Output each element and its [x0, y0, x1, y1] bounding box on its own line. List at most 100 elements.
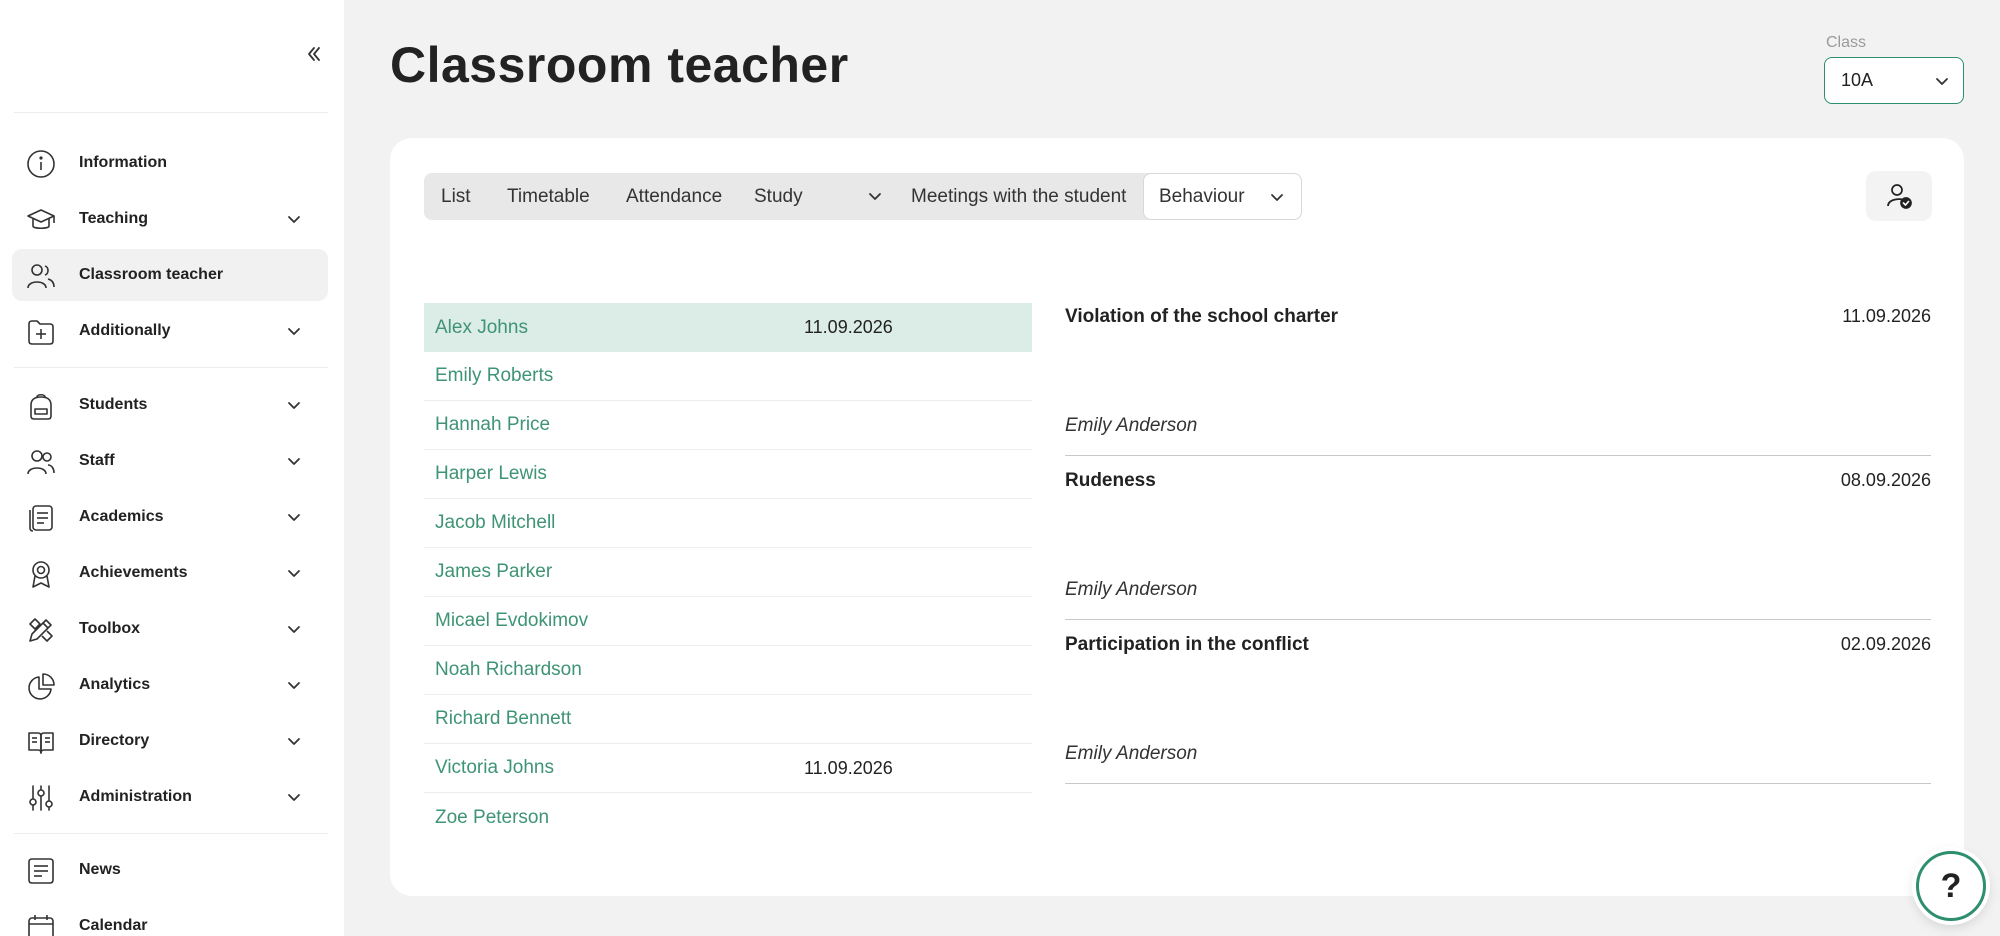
- student-row[interactable]: Micael Evdokimov: [424, 597, 1032, 646]
- student-row[interactable]: James Parker: [424, 548, 1032, 597]
- sidebar-item-achievements[interactable]: Achievements: [12, 547, 328, 599]
- tab-bar: List Timetable Attendance Study Meetings…: [424, 173, 1302, 220]
- tab-list[interactable]: List: [441, 173, 471, 220]
- behaviour-record[interactable]: Rudeness 08.09.2026 Emily Anderson: [1065, 456, 1931, 620]
- sidebar-item-label: Calendar: [79, 917, 148, 934]
- chevron-down-icon: [288, 216, 300, 223]
- backpack-icon: [30, 393, 52, 420]
- student-name: Harper Lewis: [435, 463, 547, 484]
- sidebar-item-information[interactable]: Information: [12, 137, 328, 189]
- news-icon: [28, 858, 54, 884]
- record-title: Violation of the school charter: [1065, 306, 1339, 327]
- sidebar-item-label: Additionally: [79, 322, 171, 339]
- record-author: Emily Anderson: [1065, 415, 1198, 436]
- student-name: Micael Evdokimov: [435, 610, 589, 631]
- book-open-icon: [28, 732, 54, 754]
- sidebar-item-students[interactable]: Students: [12, 379, 328, 431]
- sidebar-item-label: Classroom teacher: [79, 266, 224, 283]
- tools-icon: [29, 618, 53, 642]
- collapse-sidebar-icon[interactable]: [300, 40, 328, 68]
- sidebar-item-teaching[interactable]: Teaching: [12, 193, 328, 245]
- student-row[interactable]: Hannah Price: [424, 401, 1032, 450]
- sidebar-item-label: Analytics: [79, 676, 151, 693]
- sidebar-item-additionally[interactable]: Additionally: [12, 305, 328, 357]
- student-row[interactable]: Harper Lewis: [424, 450, 1032, 499]
- help-icon: ?: [1940, 866, 1962, 905]
- student-row[interactable]: Richard Bennett: [424, 695, 1032, 744]
- sidebar-item-label: News: [79, 861, 121, 878]
- tab-study-label: Study: [754, 185, 803, 207]
- sidebar-item-academics[interactable]: Academics: [12, 491, 328, 543]
- sidebar-item-directory[interactable]: Directory: [12, 715, 328, 767]
- chevron-down-icon: [288, 514, 300, 521]
- chevron-down-icon: [288, 458, 300, 465]
- student-date: 11.09.2026: [804, 757, 893, 778]
- student-row[interactable]: Alex Johns 11.09.2026: [424, 303, 1032, 352]
- student-name: Alex Johns: [435, 316, 528, 338]
- sidebar-item-analytics[interactable]: Analytics: [12, 659, 328, 711]
- sidebar-item-label: Information: [79, 154, 167, 171]
- users-icon: [27, 450, 55, 475]
- chevron-down-icon: [1936, 78, 1948, 85]
- record-date: 11.09.2026: [1842, 306, 1931, 326]
- student-name: Zoe Peterson: [435, 806, 550, 828]
- chevron-down-icon: [288, 794, 300, 801]
- class-select[interactable]: 10A: [1824, 57, 1964, 104]
- tab-meetings[interactable]: Meetings with the student: [911, 173, 1126, 220]
- graduation-cap-icon: [27, 209, 55, 230]
- record-date: 02.09.2026: [1840, 634, 1931, 654]
- class-select-value: 10A: [1841, 70, 1874, 90]
- student-row[interactable]: Zoe Peterson: [424, 793, 1032, 842]
- student-name: Hannah Price: [435, 414, 551, 435]
- sidebar-item-label: Achievements: [79, 564, 188, 581]
- content-card: List Timetable Attendance Study Meetings…: [390, 138, 1964, 896]
- sidebar-item-classroom-teacher[interactable]: Classroom teacher: [12, 249, 328, 301]
- student-name: James Parker: [435, 561, 553, 582]
- user-check-button[interactable]: [1866, 171, 1932, 221]
- chevron-down-icon: [869, 193, 881, 200]
- award-icon: [32, 561, 50, 588]
- tab-timetable[interactable]: Timetable: [507, 173, 590, 220]
- sidebar-item-label: Academics: [79, 508, 164, 525]
- student-date: 11.09.2026: [804, 317, 893, 337]
- record-title: Rudeness: [1065, 470, 1156, 491]
- help-button[interactable]: ?: [1916, 851, 1986, 921]
- tab-attendance[interactable]: Attendance: [626, 173, 722, 220]
- tab-behaviour-dropdown[interactable]: Behaviour: [1143, 173, 1302, 220]
- sidebar-item-label: Staff: [79, 452, 115, 469]
- sidebar-item-administration[interactable]: Administration: [12, 771, 328, 823]
- sidebar: Information Teaching Classroom teacher A…: [0, 0, 344, 936]
- sidebar-item-toolbox[interactable]: Toolbox: [12, 603, 328, 655]
- tab-study-dropdown[interactable]: Study: [754, 173, 894, 220]
- behaviour-record[interactable]: Participation in the conflict 02.09.2026…: [1065, 620, 1931, 784]
- behaviour-record[interactable]: Violation of the school charter 11.09.20…: [1065, 292, 1931, 456]
- chevron-down-icon: [288, 328, 300, 335]
- record-title: Participation in the conflict: [1065, 634, 1309, 655]
- student-row[interactable]: Emily Roberts: [424, 352, 1032, 401]
- calendar-icon: [28, 915, 54, 936]
- user-check-icon: [1887, 184, 1912, 209]
- student-name: Jacob Mitchell: [435, 512, 556, 533]
- sidebar-divider: [14, 112, 328, 113]
- chevron-down-icon: [288, 570, 300, 577]
- sidebar-item-news[interactable]: News: [12, 844, 328, 896]
- sidebar-item-label: Teaching: [79, 210, 149, 227]
- chevron-down-icon: [288, 738, 300, 745]
- record-author: Emily Anderson: [1065, 743, 1198, 764]
- chevron-down-icon: [288, 402, 300, 409]
- tab-behaviour-label: Behaviour: [1159, 185, 1245, 207]
- sidebar-item-label: Students: [79, 396, 148, 413]
- student-name: Noah Richardson: [435, 659, 582, 680]
- sidebar-item-label: Toolbox: [79, 620, 141, 637]
- pie-chart-icon: [28, 673, 55, 700]
- sliders-icon: [29, 785, 53, 811]
- student-row[interactable]: Jacob Mitchell: [424, 499, 1032, 548]
- sidebar-item-calendar[interactable]: Calendar: [12, 900, 328, 936]
- sidebar-item-label: Administration: [79, 788, 192, 805]
- student-row[interactable]: Noah Richardson: [424, 646, 1032, 695]
- sidebar-item-staff[interactable]: Staff: [12, 435, 328, 487]
- student-row[interactable]: Victoria Johns 11.09.2026: [424, 744, 1032, 793]
- class-label: Class: [1826, 34, 1867, 51]
- page-title: Classroom teacher: [390, 37, 849, 93]
- document-icon: [29, 505, 53, 532]
